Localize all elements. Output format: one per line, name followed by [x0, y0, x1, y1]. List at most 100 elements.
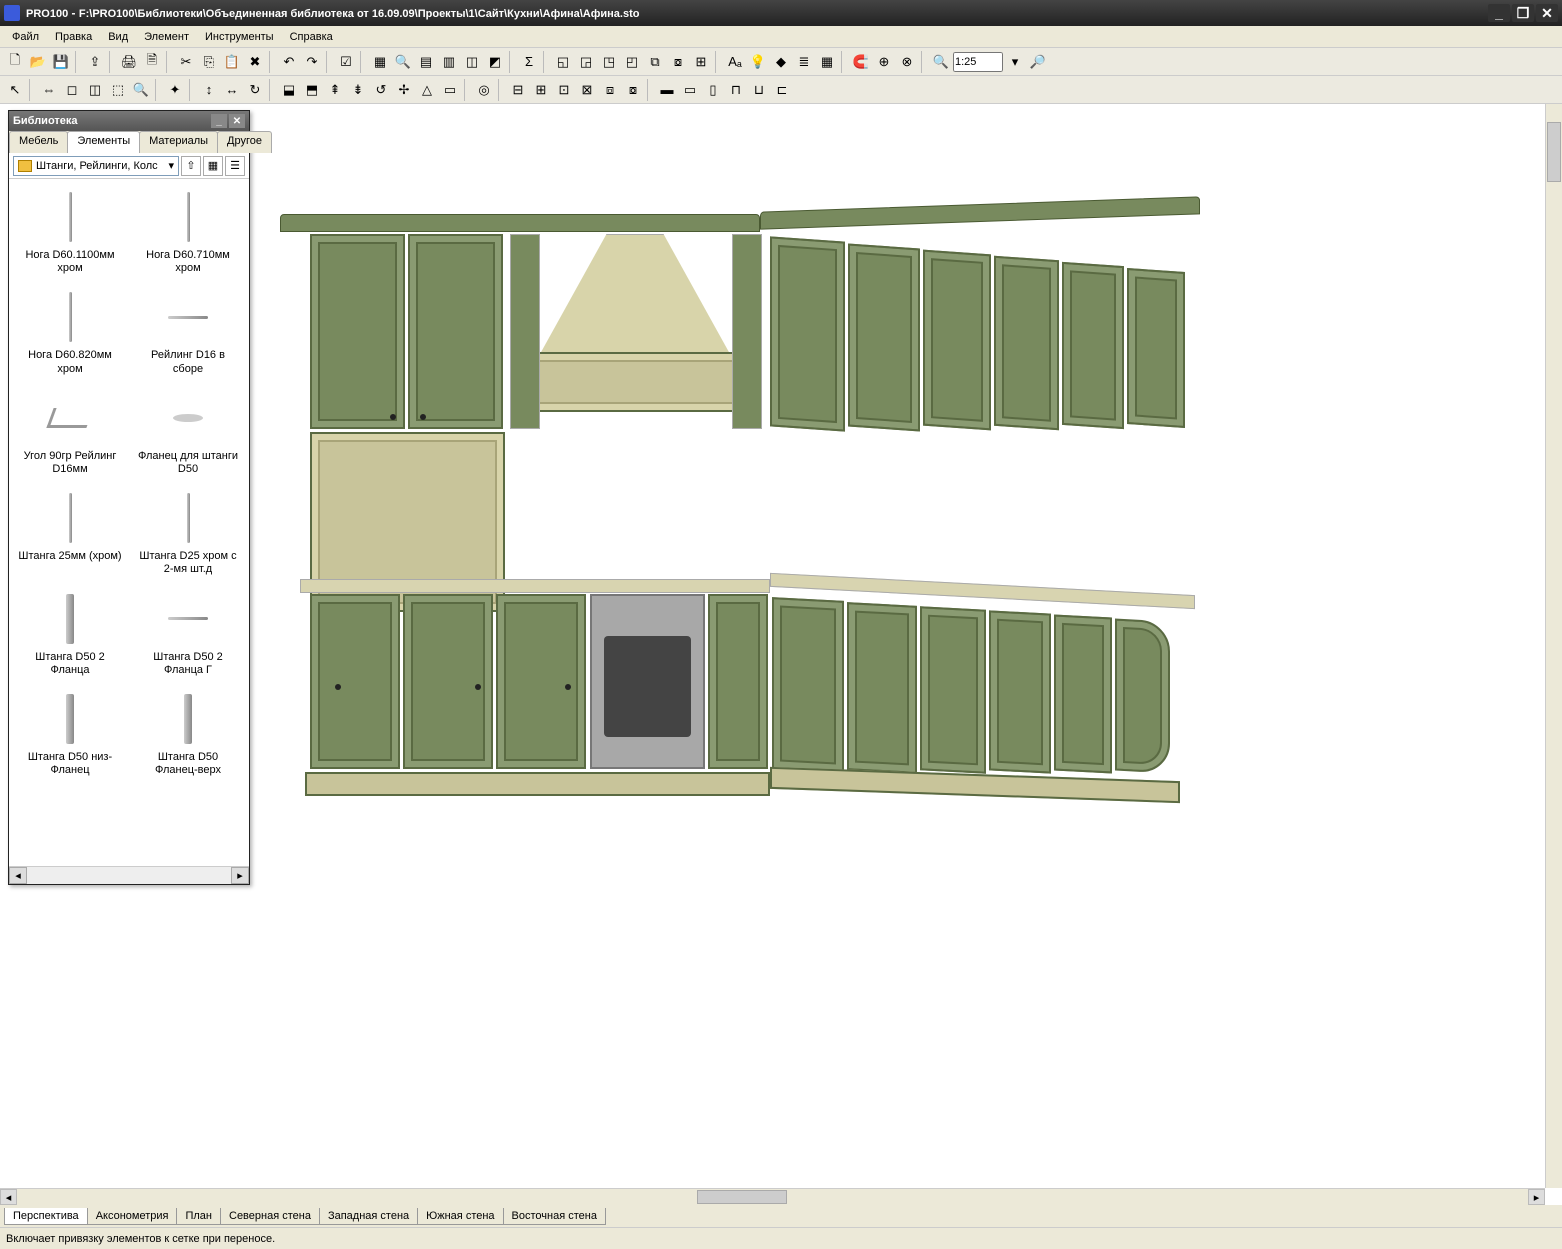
- al2-icon[interactable]: ⬒: [301, 79, 323, 101]
- cut-icon[interactable]: [175, 51, 197, 73]
- tab-elements[interactable]: Элементы: [67, 131, 140, 153]
- pointer-icon[interactable]: ↖: [4, 79, 26, 101]
- copy-icon[interactable]: [198, 51, 220, 73]
- maximize-button[interactable]: ❐: [1512, 4, 1534, 22]
- delete-icon[interactable]: ✖: [244, 51, 266, 73]
- view2-icon[interactable]: 🔍: [392, 51, 414, 73]
- zoom-dd-icon[interactable]: ▾: [1004, 51, 1026, 73]
- tab-plan[interactable]: План: [176, 1208, 221, 1225]
- view3-icon[interactable]: ▤: [415, 51, 437, 73]
- d2-icon[interactable]: ⊞: [530, 79, 552, 101]
- properties-icon[interactable]: ☑: [335, 51, 357, 73]
- al4-icon[interactable]: ⇟: [347, 79, 369, 101]
- library-item[interactable]: Фланец для штанги D50: [131, 384, 245, 480]
- library-hscroll[interactable]: ◂▸: [9, 866, 249, 884]
- library-header[interactable]: Библиотека _ ✕: [9, 111, 249, 131]
- d3-icon[interactable]: ⊡: [553, 79, 575, 101]
- menu-edit[interactable]: Правка: [47, 28, 100, 46]
- tab-materials[interactable]: Материалы: [139, 131, 218, 153]
- al3-icon[interactable]: ⇞: [324, 79, 346, 101]
- light-icon[interactable]: 💡: [747, 51, 769, 73]
- menu-tools[interactable]: Инструменты: [197, 28, 282, 46]
- layers-icon[interactable]: ≣: [793, 51, 815, 73]
- tool-a-icon[interactable]: ⇔: [38, 79, 60, 101]
- d5-icon[interactable]: ⧈: [599, 79, 621, 101]
- menu-element[interactable]: Элемент: [136, 28, 197, 46]
- undo-icon[interactable]: [278, 51, 300, 73]
- al7-icon[interactable]: △: [416, 79, 438, 101]
- g5-icon[interactable]: ⊔: [748, 79, 770, 101]
- library-item[interactable]: Штанга D50 Фланец-верх: [131, 685, 245, 781]
- library-item[interactable]: Штанга D25 хром с 2-мя шт.д: [131, 484, 245, 580]
- library-view-large-icon[interactable]: ▦: [203, 156, 223, 176]
- d4-icon[interactable]: ⊠: [576, 79, 598, 101]
- library-view-list-icon[interactable]: ☰: [225, 156, 245, 176]
- horizontal-scrollbar[interactable]: ◂▸: [0, 1188, 1545, 1205]
- tab-north[interactable]: Северная стена: [220, 1208, 320, 1225]
- al5-icon[interactable]: ↺: [370, 79, 392, 101]
- al8-icon[interactable]: ▭: [439, 79, 461, 101]
- library-up-icon[interactable]: ⇧: [181, 156, 201, 176]
- tab-south[interactable]: Южная стена: [417, 1208, 503, 1225]
- library-item[interactable]: Угол 90гр Рейлинг D16мм: [13, 384, 127, 480]
- winmode1-icon[interactable]: ◱: [552, 51, 574, 73]
- winmode4-icon[interactable]: ◰: [621, 51, 643, 73]
- menu-view[interactable]: Вид: [100, 28, 136, 46]
- vertical-scrollbar[interactable]: [1545, 104, 1562, 1188]
- library-item[interactable]: Рейлинг D16 в сборе: [131, 283, 245, 379]
- winmode3-icon[interactable]: ◳: [598, 51, 620, 73]
- view4-icon[interactable]: ▥: [438, 51, 460, 73]
- sum-icon[interactable]: Σ: [518, 51, 540, 73]
- save-icon[interactable]: [50, 51, 72, 73]
- winmode6-icon[interactable]: ⧇: [667, 51, 689, 73]
- target-icon[interactable]: ◎: [473, 79, 495, 101]
- tab-perspective[interactable]: Перспектива: [4, 1208, 88, 1225]
- library-item[interactable]: Нога D60.820мм хром: [13, 283, 127, 379]
- tab-axonometry[interactable]: Аксонометрия: [87, 1208, 178, 1225]
- d6-icon[interactable]: ⧇: [622, 79, 644, 101]
- view6-icon[interactable]: ◩: [484, 51, 506, 73]
- print-preview-icon[interactable]: 🗎: [141, 51, 163, 73]
- snap2-icon[interactable]: ⊗: [896, 51, 918, 73]
- minimize-button[interactable]: _: [1488, 4, 1510, 22]
- g2-icon[interactable]: ▭: [679, 79, 701, 101]
- redo-icon[interactable]: [301, 51, 323, 73]
- view1-icon[interactable]: ▦: [369, 51, 391, 73]
- tool-c-icon[interactable]: ◫: [84, 79, 106, 101]
- library-item[interactable]: Нога D60.710мм хром: [131, 183, 245, 279]
- tool-b-icon[interactable]: ◻: [61, 79, 83, 101]
- open-icon[interactable]: [27, 51, 49, 73]
- arr-lr-icon[interactable]: ↔: [221, 79, 243, 101]
- tab-other[interactable]: Другое: [217, 131, 272, 153]
- tab-east[interactable]: Восточная стена: [503, 1208, 606, 1225]
- g6-icon[interactable]: ⊏: [771, 79, 793, 101]
- magnet-icon[interactable]: 🧲: [850, 51, 872, 73]
- tool-d-icon[interactable]: ⬚: [107, 79, 129, 101]
- snap1-icon[interactable]: ⊕: [873, 51, 895, 73]
- library-minimize-icon[interactable]: _: [211, 114, 227, 128]
- zoom-select[interactable]: [953, 52, 1003, 72]
- color-icon[interactable]: ◆: [770, 51, 792, 73]
- zoom-out-icon[interactable]: 🔍: [930, 51, 952, 73]
- close-button[interactable]: ✕: [1536, 4, 1558, 22]
- new-icon[interactable]: [4, 51, 26, 73]
- al6-icon[interactable]: ✢: [393, 79, 415, 101]
- g4-icon[interactable]: ⊓: [725, 79, 747, 101]
- library-item[interactable]: Штанга D50 2 Фланца Г: [131, 585, 245, 681]
- paste-icon[interactable]: [221, 51, 243, 73]
- menu-file[interactable]: Файл: [4, 28, 47, 46]
- d1-icon[interactable]: ⊟: [507, 79, 529, 101]
- tab-furniture[interactable]: Мебель: [9, 131, 68, 153]
- arr-up-icon[interactable]: ↕: [198, 79, 220, 101]
- tool-f-icon[interactable]: ✦: [164, 79, 186, 101]
- zoom-in-icon[interactable]: 🔎: [1027, 51, 1049, 73]
- library-item[interactable]: Штанга D50 низ-Фланец: [13, 685, 127, 781]
- export-icon[interactable]: ⇪: [84, 51, 106, 73]
- library-folder-select[interactable]: Штанги, Рейлинги, Колс ▾: [13, 156, 179, 176]
- library-close-icon[interactable]: ✕: [229, 114, 245, 128]
- al1-icon[interactable]: ⬓: [278, 79, 300, 101]
- winmode7-icon[interactable]: ⊞: [690, 51, 712, 73]
- g1-icon[interactable]: ▬: [656, 79, 678, 101]
- library-item[interactable]: Штанга D50 2 Фланца: [13, 585, 127, 681]
- menu-help[interactable]: Справка: [282, 28, 341, 46]
